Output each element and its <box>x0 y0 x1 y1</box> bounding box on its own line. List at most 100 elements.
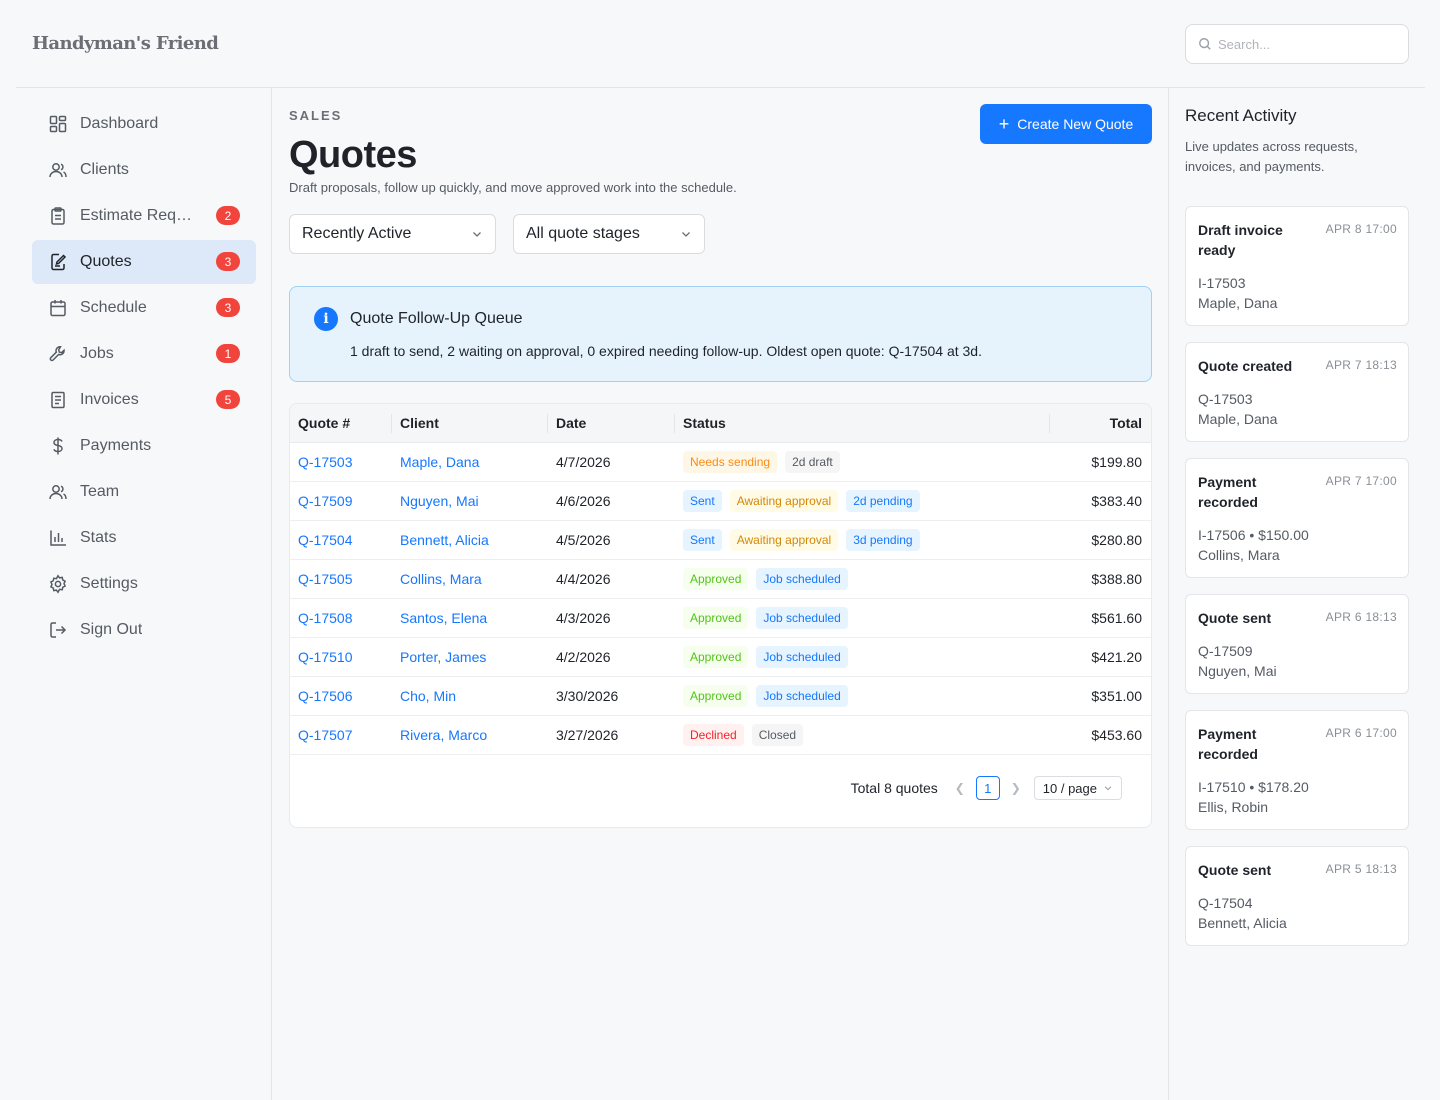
quote-date: 3/27/2026 <box>556 727 619 743</box>
sidebar-item-label: Payments <box>80 437 152 454</box>
column-header-quote[interactable]: Quote # <box>298 415 350 431</box>
page-subtitle: Draft proposals, follow up quickly, and … <box>289 180 737 195</box>
quote-number-link[interactable]: Q-17507 <box>298 727 352 743</box>
sidebar-item-schedule[interactable]: Schedule 3 <box>32 286 256 330</box>
sidebar-item-quotes[interactable]: Quotes 3 <box>32 240 256 284</box>
client-link[interactable]: Rivera, Marco <box>400 727 487 743</box>
activity-card[interactable]: Draft invoice ready APR 8 17:00 I-17503 Map… <box>1185 206 1409 326</box>
table-row[interactable]: Q-17506 Cho, Min 3/30/2026 Approved Job sche… <box>290 677 1151 716</box>
quote-number-link[interactable]: Q-17505 <box>298 571 352 587</box>
search-input[interactable] <box>1218 36 1388 52</box>
activity-card[interactable]: Quote sent APR 6 18:13 Q-17509 Nguyen, Mai <box>1185 594 1409 694</box>
dollar-icon <box>48 436 68 456</box>
count-badge: 2 <box>216 206 240 225</box>
create-new-quote-label: Create New Quote <box>1017 116 1134 132</box>
activity-card[interactable]: Payment recorded APR 7 17:00 I-17506 • $15… <box>1185 458 1409 578</box>
activity-reference: I-17503 <box>1198 275 1246 291</box>
sort-select[interactable]: Recently Active <box>289 214 496 254</box>
create-new-quote-button[interactable]: + Create New Quote <box>980 104 1152 144</box>
sidebar-item-label: Estimate Requests <box>80 207 200 224</box>
status-badge: Closed <box>751 724 804 746</box>
column-header-status[interactable]: Status <box>683 415 726 431</box>
recent-activity-subtitle: Live updates across requests, invoices, … <box>1185 139 1358 174</box>
sidebar-item-label: Stats <box>80 529 117 546</box>
edit-doc-icon <box>48 252 68 272</box>
activity-reference: I-17510 • $178.20 <box>1198 779 1309 795</box>
activity-reference: Q-17504 <box>1198 895 1253 911</box>
sidebar-item-jobs[interactable]: Jobs 1 <box>32 332 256 376</box>
page-size-select[interactable]: 10 / page <box>1033 776 1122 800</box>
sidebar-item-invoices[interactable]: Invoices 5 <box>32 378 256 422</box>
section-label: SALES <box>289 108 343 123</box>
client-link[interactable]: Maple, Dana <box>400 454 479 470</box>
client-link[interactable]: Santos, Elena <box>400 610 487 626</box>
status-tags: Approved Job scheduled <box>683 568 848 590</box>
sidebar-item-clients[interactable]: Clients <box>32 148 256 192</box>
client-link[interactable]: Porter, James <box>400 649 486 665</box>
activity-card[interactable]: Payment recorded APR 6 17:00 I-17510 • $17… <box>1185 710 1409 830</box>
quote-date: 4/4/2026 <box>556 571 611 587</box>
column-header-client[interactable]: Client <box>400 415 439 431</box>
status-badge: Approved <box>683 607 749 629</box>
sidebar-item-label: Schedule <box>80 299 147 316</box>
quote-number-link[interactable]: Q-17504 <box>298 532 352 548</box>
chevron-down-icon <box>682 232 690 237</box>
table-row[interactable]: Q-17508 Santos, Elena 4/3/2026 Approved Job … <box>290 599 1151 638</box>
table-row[interactable]: Q-17503 Maple, Dana 4/7/2026 Needs sending 2… <box>290 443 1151 482</box>
table-row[interactable]: Q-17507 Rivera, Marco 3/27/2026 Declined Clo… <box>290 716 1151 755</box>
app-logo[interactable]: Handyman's Friend <box>32 33 219 54</box>
quote-number-link[interactable]: Q-17508 <box>298 610 352 626</box>
quote-number-link[interactable]: Q-17509 <box>298 493 352 509</box>
activity-reference: I-17506 • $150.00 <box>1198 527 1309 543</box>
stage-select-value: All quote stages <box>526 225 640 242</box>
client-link[interactable]: Nguyen, Mai <box>400 493 479 509</box>
quote-total: $351.00 <box>1091 688 1142 704</box>
info-icon: i <box>314 307 338 331</box>
count-badge: 1 <box>216 344 240 363</box>
count-badge: 3 <box>216 298 240 317</box>
page-number-1[interactable]: 1 <box>975 776 1000 800</box>
table-row[interactable]: Q-17505 Collins, Mara 4/4/2026 Approved Job … <box>290 560 1151 599</box>
sidebar-item-sign-out[interactable]: Sign Out <box>32 608 256 652</box>
client-link[interactable]: Bennett, Alicia <box>400 532 489 548</box>
sidebar-item-stats[interactable]: Stats <box>32 516 256 560</box>
chevron-left-icon[interactable]: ❮ <box>950 781 970 795</box>
invoice-icon <box>48 390 68 410</box>
client-link[interactable]: Collins, Mara <box>400 571 482 587</box>
quote-date: 4/2/2026 <box>556 649 611 665</box>
activity-card[interactable]: Quote created APR 7 18:13 Q-17503 Maple, Da… <box>1185 342 1409 442</box>
sidebar-item-dashboard[interactable]: Dashboard <box>32 102 256 146</box>
stage-select[interactable]: All quote stages <box>513 214 705 254</box>
pagination-total: Total 8 quotes <box>850 780 938 796</box>
column-divider <box>547 414 548 433</box>
calendar-icon <box>48 298 68 318</box>
column-header-date[interactable]: Date <box>556 415 586 431</box>
status-tags: Approved Job scheduled <box>683 607 848 629</box>
count-badge: 5 <box>216 390 240 409</box>
quote-number-link[interactable]: Q-17503 <box>298 454 352 470</box>
activity-time: APR 6 17:00 <box>1325 726 1397 740</box>
quote-date: 4/3/2026 <box>556 610 611 626</box>
quote-number-link[interactable]: Q-17510 <box>298 649 352 665</box>
client-link[interactable]: Cho, Min <box>400 688 456 704</box>
activity-time: APR 5 18:13 <box>1325 862 1397 876</box>
sidebar-item-team[interactable]: Team <box>32 470 256 514</box>
status-tags: Needs sending 2d draft <box>683 451 840 473</box>
quote-number-link[interactable]: Q-17506 <box>298 688 352 704</box>
table-row[interactable]: Q-17504 Bennett, Alicia 4/5/2026 Sent Awaiti… <box>290 521 1151 560</box>
sidebar-item-settings[interactable]: Settings <box>32 562 256 606</box>
activity-reference: Q-17509 <box>1198 643 1253 659</box>
sidebar-item-payments[interactable]: Payments <box>32 424 256 468</box>
table-row[interactable]: Q-17509 Nguyen, Mai 4/6/2026 Sent Awaiting a… <box>290 482 1151 521</box>
chevron-right-icon[interactable]: ❯ <box>1006 781 1026 795</box>
column-divider <box>674 414 675 433</box>
bar-chart-icon <box>48 528 68 548</box>
follow-up-alert: i Quote Follow-Up Queue 1 draft to send,… <box>289 286 1152 382</box>
sidebar-item-estimate-requests[interactable]: Estimate Requests 2 <box>32 194 256 238</box>
column-header-total[interactable]: Total <box>1110 415 1142 431</box>
search-box[interactable] <box>1185 24 1409 64</box>
sidebar-item-label: Invoices <box>80 391 139 408</box>
activity-card[interactable]: Quote sent APR 5 18:13 Q-17504 Bennett, Ali… <box>1185 846 1409 946</box>
sidebar-item-label: Jobs <box>80 345 114 362</box>
table-row[interactable]: Q-17510 Porter, James 4/2/2026 Approved Job … <box>290 638 1151 677</box>
